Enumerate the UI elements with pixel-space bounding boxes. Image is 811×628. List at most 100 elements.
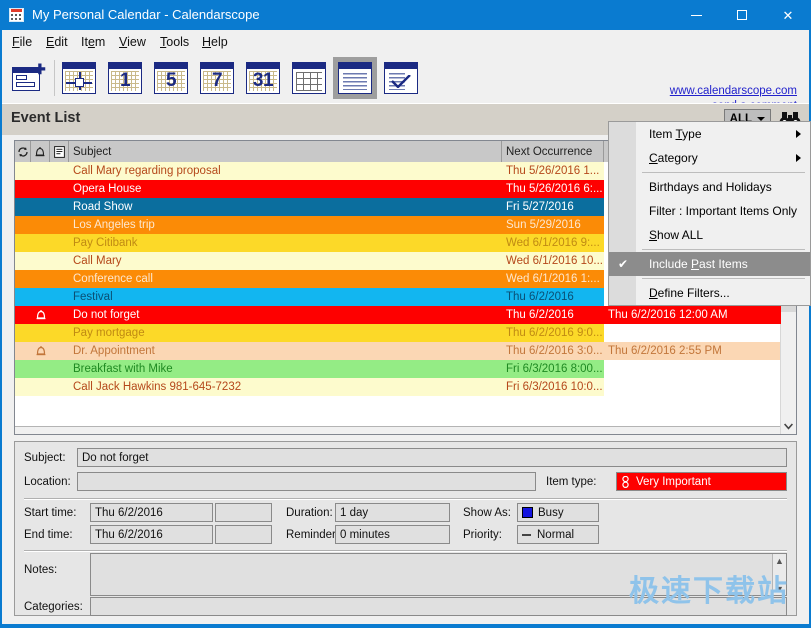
toolbar-week-view-button[interactable]: 7	[195, 57, 239, 99]
title-bar: My Personal Calendar - Calendarscope ✕	[0, 0, 811, 30]
table-row[interactable]: Breakfast with MikeFri 6/3/2016 8:00...	[15, 360, 781, 378]
menu-item-category[interactable]: Category	[609, 146, 810, 170]
table-row[interactable]: Do not forgetThu 6/2/2016Thu 6/2/2016 12…	[15, 306, 781, 324]
cell-subject: Festival	[69, 288, 502, 306]
maximize-button[interactable]	[719, 0, 765, 30]
busy-color-swatch	[522, 507, 533, 518]
subject-field[interactable]: Do not forget	[77, 448, 787, 467]
toolbar-year-view-button[interactable]	[287, 57, 331, 99]
duration-field[interactable]: 1 day	[335, 503, 450, 522]
cell-recurrence	[15, 198, 31, 216]
menu-item-item-type[interactable]: Item Type	[609, 122, 810, 146]
toolbar-event-list-button[interactable]	[333, 57, 377, 99]
minimize-button[interactable]	[673, 0, 719, 30]
menu-tools[interactable]: Tools	[160, 35, 189, 49]
scroll-down-button[interactable]	[781, 419, 796, 434]
cell-alarm	[31, 360, 50, 378]
cell-subject: Call Jack Hawkins 981-645-7232	[69, 378, 502, 396]
start-date-field[interactable]: Thu 6/2/2016	[90, 503, 213, 522]
toolbar: ✚ 1 5 7 31	[2, 54, 809, 103]
column-notes[interactable]	[50, 141, 69, 162]
menu-item-birthdays-and-holidays[interactable]: Birthdays and Holidays	[609, 175, 810, 199]
cell-notes	[50, 324, 69, 342]
toolbar-work-week-button[interactable]: 5	[149, 57, 193, 99]
table-row[interactable]: Dr. AppointmentThu 6/2/2016 3:0...Thu 6/…	[15, 342, 781, 360]
menu-view[interactable]: View	[119, 35, 146, 49]
item-type-label: Item type:	[546, 476, 597, 488]
cell-alarm	[31, 198, 50, 216]
end-time-field[interactable]	[215, 525, 272, 544]
menu-item-label: Include Past Items	[649, 257, 748, 271]
cell-subject: Call Mary	[69, 252, 502, 270]
reminder-field[interactable]: 0 minutes	[335, 525, 450, 544]
cell-subject: Do not forget	[69, 306, 502, 324]
menu-item-filter-important-items-only[interactable]: Filter : Important Items Only	[609, 199, 810, 223]
column-subject[interactable]: Subject	[69, 141, 502, 162]
cell-reminder	[604, 324, 781, 342]
close-button[interactable]: ✕	[765, 0, 811, 30]
duration-label: Duration:	[286, 507, 333, 519]
toolbar-day-view-button[interactable]: 1	[103, 57, 147, 99]
cell-next-occurrence: Thu 6/2/2016 9:0...	[502, 324, 604, 342]
menu-edit[interactable]: Edit	[46, 35, 68, 49]
alarm-bell-icon	[34, 146, 46, 158]
toolbar-month-view-button[interactable]: 31	[241, 57, 285, 99]
cell-alarm	[31, 180, 50, 198]
column-next-occurrence[interactable]: Next Occurrence	[502, 141, 604, 162]
column-recurrence[interactable]	[15, 141, 31, 162]
cell-recurrence	[15, 378, 31, 396]
chevron-down-icon	[784, 423, 793, 430]
menu-item-show-all[interactable]: Show ALL	[609, 223, 810, 247]
menu-separator	[642, 249, 805, 250]
categories-label: Categories:	[24, 601, 83, 613]
menu-separator	[642, 172, 805, 173]
cell-subject: Pay mortgage	[69, 324, 502, 342]
cell-subject: Call Mary regarding proposal	[69, 162, 502, 180]
menu-help[interactable]: Help	[202, 35, 228, 49]
cell-recurrence	[15, 306, 31, 324]
cell-next-occurrence: Thu 6/2/2016 3:0...	[502, 342, 604, 360]
toolbar-day-planner-button[interactable]	[57, 57, 101, 99]
show-as-field[interactable]: Busy	[517, 503, 599, 522]
task-list-icon	[384, 62, 418, 94]
item-type-field[interactable]: Very Important	[616, 472, 787, 491]
cell-notes	[50, 378, 69, 396]
column-alarm[interactable]	[31, 141, 50, 162]
menu-item-define-filters[interactable]: Define Filters...	[609, 281, 810, 305]
cell-notes	[50, 360, 69, 378]
menu-item-label: Birthdays and Holidays	[649, 180, 772, 194]
table-row[interactable]: Call Jack Hawkins 981-645-7232Fri 6/3/20…	[15, 378, 781, 396]
end-date-field[interactable]: Thu 6/2/2016	[90, 525, 213, 544]
menu-separator	[642, 278, 805, 279]
menu-item-label: Define Filters...	[649, 286, 730, 300]
cell-alarm	[31, 270, 50, 288]
cell-notes	[50, 198, 69, 216]
location-field[interactable]	[77, 472, 536, 491]
cell-recurrence	[15, 180, 31, 198]
cell-next-occurrence: Fri 6/3/2016 10:0...	[502, 378, 604, 396]
toolbar-task-list-button[interactable]	[379, 57, 423, 99]
maximize-icon	[737, 10, 747, 20]
table-row[interactable]: Pay mortgageThu 6/2/2016 9:0...	[15, 324, 781, 342]
cell-notes	[50, 162, 69, 180]
toolbar-new-item-button[interactable]: ✚	[7, 57, 51, 99]
watermark: 极速下载站	[629, 566, 789, 610]
cell-reminder: Thu 6/2/2016 12:00 AM	[604, 306, 781, 324]
menu-item[interactable]: Item	[81, 35, 105, 49]
priority-field[interactable]: Normal	[517, 525, 599, 544]
website-link[interactable]: www.calendarscope.com	[670, 84, 797, 99]
cell-alarm	[31, 324, 50, 342]
filter-dropdown-menu[interactable]: Item TypeCategory Birthdays and Holidays F…	[608, 121, 811, 306]
cell-next-occurrence: Thu 5/26/2016 6:...	[502, 180, 604, 198]
cell-alarm	[31, 162, 50, 180]
cell-recurrence	[15, 324, 31, 342]
notes-icon	[54, 146, 65, 158]
menu-file[interactable]: File	[12, 35, 32, 49]
start-time-field[interactable]	[215, 503, 272, 522]
very-important-icon	[621, 476, 630, 488]
normal-priority-icon	[522, 534, 531, 536]
start-time-label: Start time:	[24, 507, 76, 519]
check-icon: ✔	[618, 257, 628, 271]
menu-item-include-past-items[interactable]: ✔ Include Past Items	[609, 252, 810, 276]
cell-next-occurrence: Sun 5/29/2016	[502, 216, 604, 234]
